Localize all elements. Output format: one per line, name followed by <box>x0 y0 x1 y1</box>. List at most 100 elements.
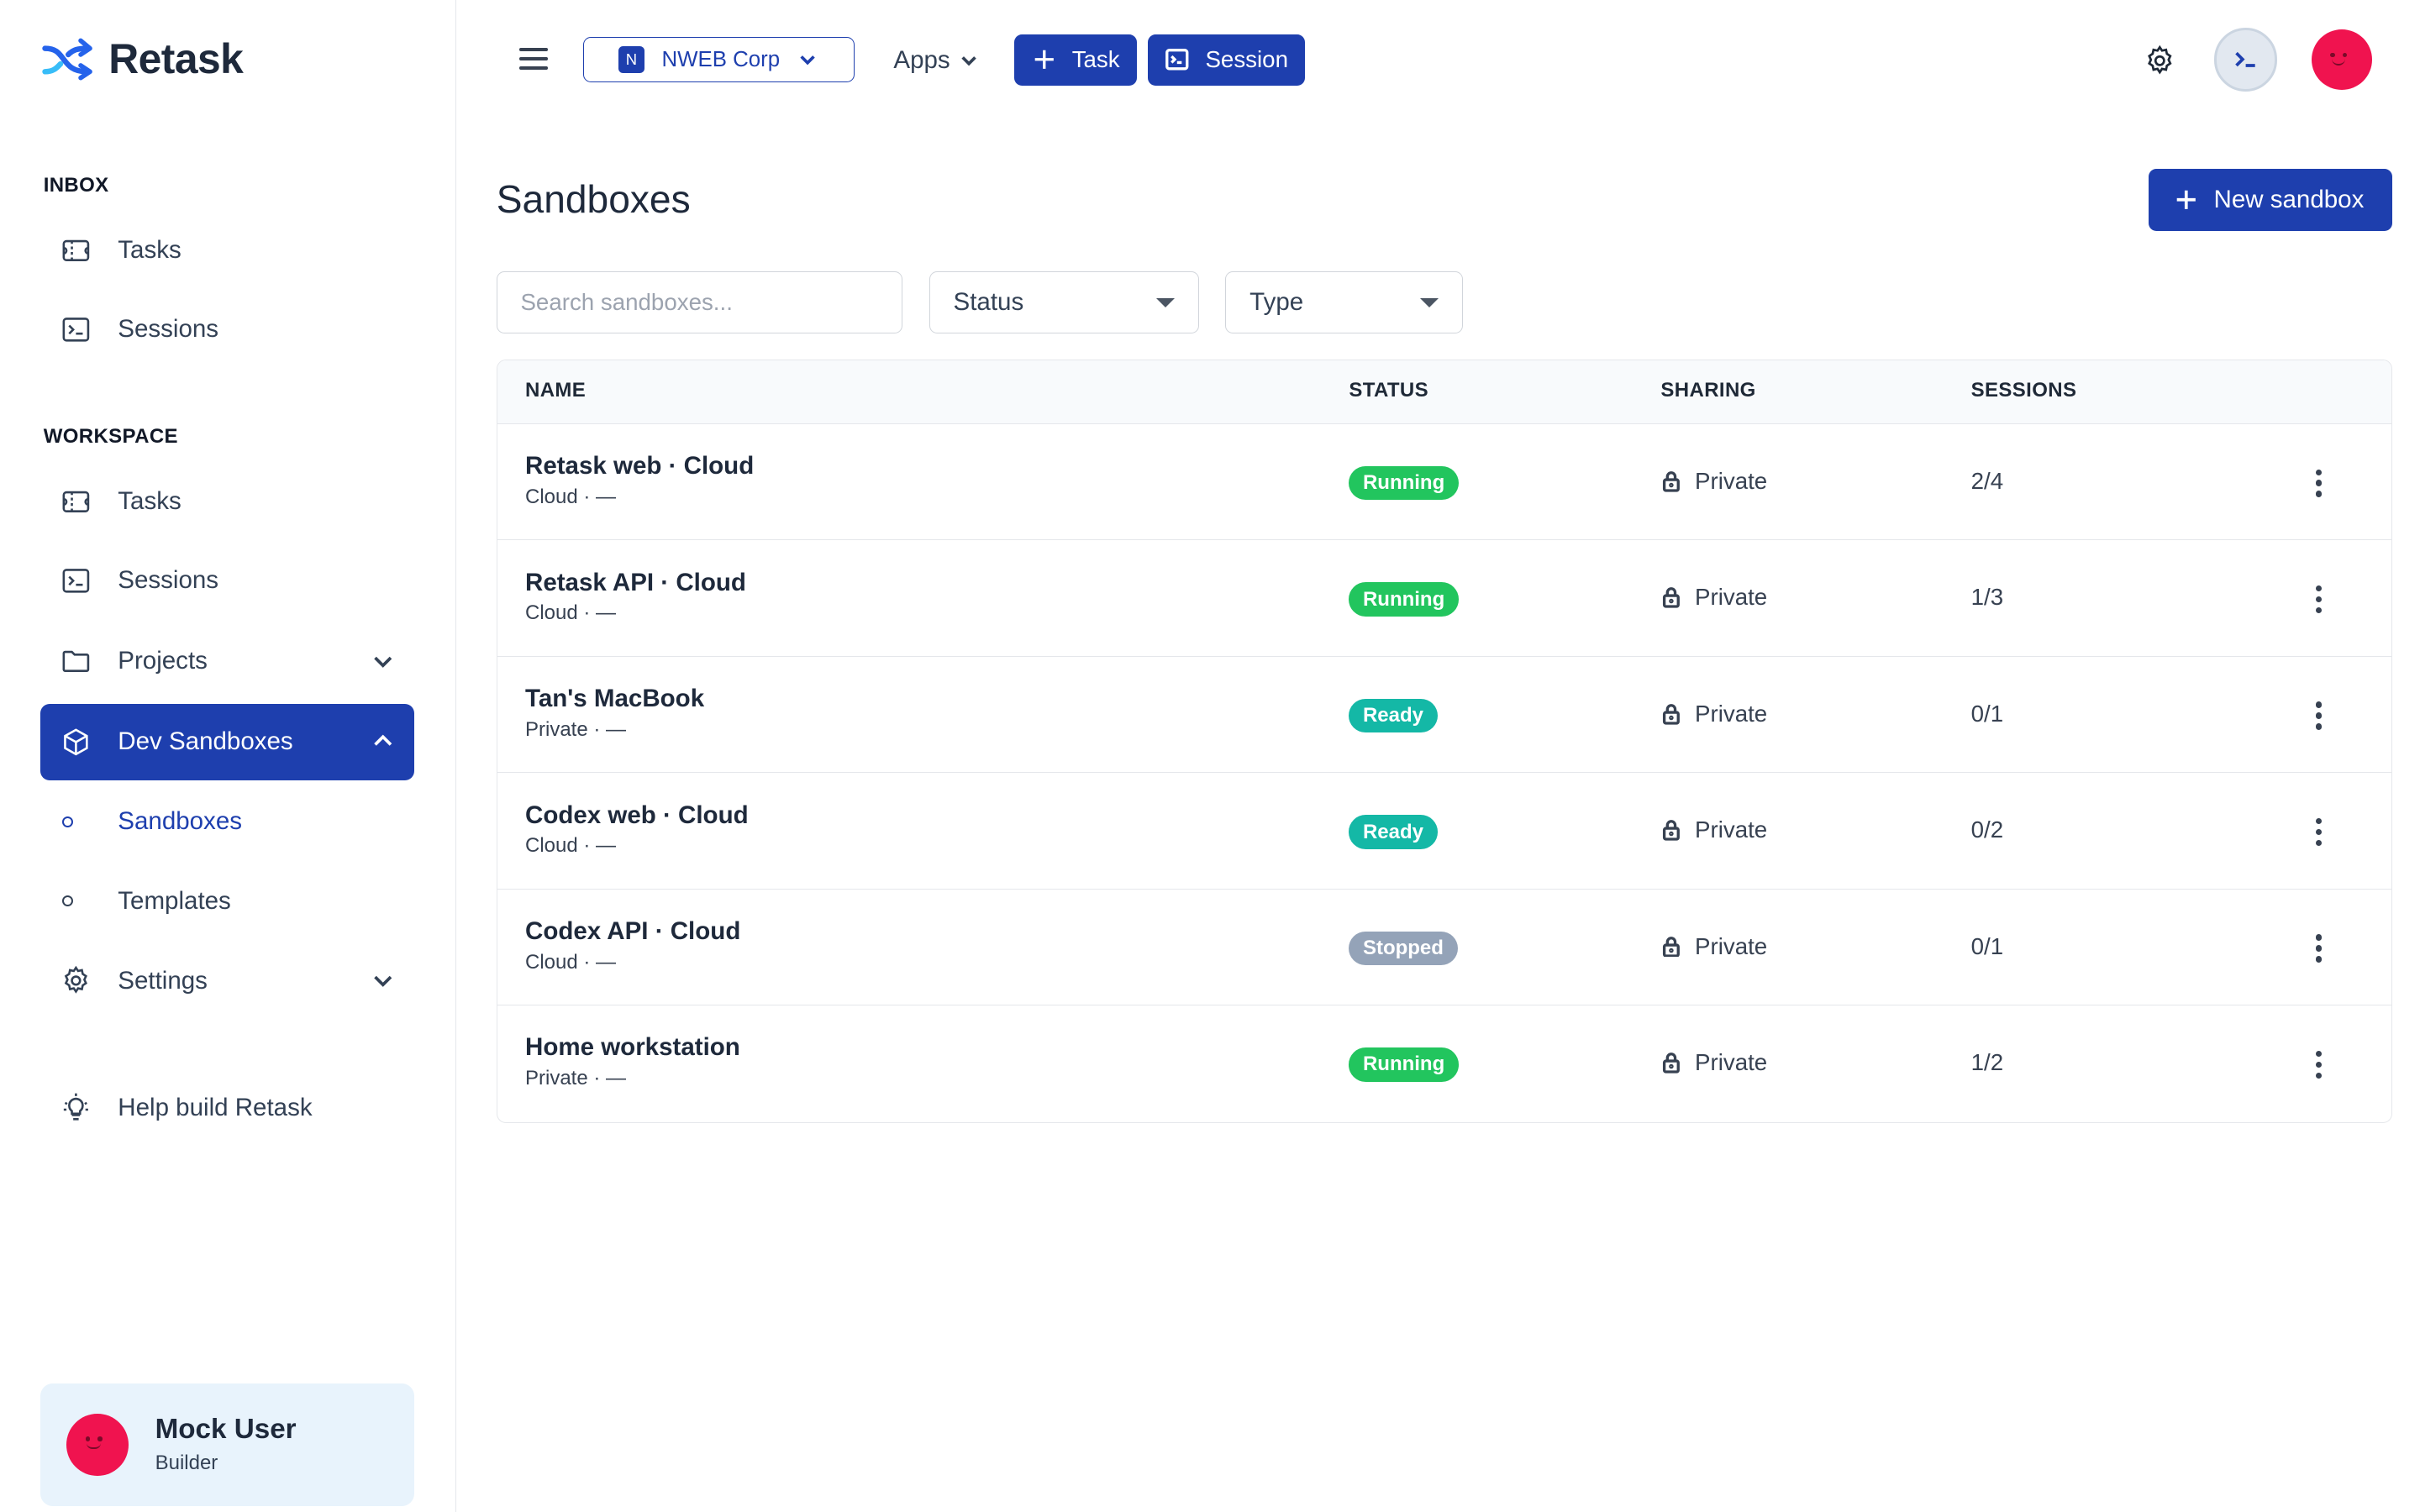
menu-toggle-icon[interactable] <box>517 44 551 78</box>
user-name: Mock User <box>155 1414 297 1446</box>
sandbox-subtitle: Cloud · — <box>525 950 617 974</box>
table-row[interactable]: Codex API · Cloud Cloud · — Stopped Priv… <box>497 890 2391 1006</box>
settings-gear-icon[interactable] <box>2143 44 2177 78</box>
new-session-button[interactable]: Session <box>1148 34 1306 86</box>
sandbox-name-cell: Home workstation Private · — <box>525 1033 740 1090</box>
session-button-label: Session <box>1205 46 1288 73</box>
user-card[interactable]: Mock User Builder <box>40 1383 414 1506</box>
table-row[interactable]: Tan's MacBook Private · — Ready Private … <box>497 657 2391 774</box>
sidebar: Retask INBOX Tasks Sessions WORKSPACE Ta… <box>0 0 456 1512</box>
row-actions-menu-icon[interactable] <box>2309 1047 2328 1082</box>
chevron-down-icon[interactable] <box>371 648 396 674</box>
lock-icon <box>1663 936 1681 958</box>
lock-icon <box>1663 587 1681 608</box>
lightbulb-icon <box>59 1091 93 1126</box>
sandbox-name-cell: Codex API · Cloud Cloud · — <box>525 917 740 974</box>
sidebar-item-projects[interactable]: Projects <box>40 623 414 699</box>
sidebar-item-sessions[interactable]: Sessions <box>40 543 414 618</box>
avatar <box>66 1413 129 1476</box>
inbox-section-label: INBOX <box>43 173 109 197</box>
sharing-label: Private <box>1695 700 1768 727</box>
cube-icon <box>59 725 93 759</box>
caret-down-icon <box>1420 298 1439 308</box>
sharing-label: Private <box>1695 467 1768 494</box>
new-sandbox-label: New sandbox <box>2213 186 2365 214</box>
sidebar-item-dev-sandboxes[interactable]: Dev Sandboxes <box>40 704 414 780</box>
sandbox-name[interactable]: Codex API · Cloud <box>525 917 740 946</box>
apps-menu[interactable]: Apps <box>893 46 977 75</box>
status-badge: Stopped <box>1349 931 1458 966</box>
sidebar-item-settings[interactable]: Settings <box>40 942 414 1018</box>
bullet-icon <box>61 895 73 907</box>
table-row[interactable]: Retask web · Cloud Cloud · — Running Pri… <box>497 424 2391 541</box>
new-task-button[interactable]: Task <box>1014 34 1137 86</box>
user-role: Builder <box>155 1452 218 1475</box>
sidebar-item-inbox-sessions[interactable]: Sessions <box>40 291 414 367</box>
sidebar-item-label: Sessions <box>118 566 219 595</box>
sidebar-item-label: Sessions <box>118 315 219 344</box>
table-row[interactable]: Home workstation Private · — Running Pri… <box>497 1005 2391 1121</box>
org-selector[interactable]: N NWEB Corp <box>583 37 855 82</box>
table-header: NAME STATUS SHARING SESSIONS <box>497 360 2391 424</box>
help-build-label: Help build Retask <box>118 1094 313 1122</box>
sandbox-name[interactable]: Retask web · Cloud <box>525 452 754 480</box>
row-actions-menu-icon[interactable] <box>2309 466 2328 501</box>
terminal-button[interactable] <box>2213 28 2278 92</box>
status-badge: Running <box>1349 465 1459 501</box>
type-filter-select[interactable]: Type <box>1225 271 1463 333</box>
sidebar-subitem-sandboxes[interactable]: Sandboxes <box>40 791 414 853</box>
plus-icon <box>1034 50 1054 70</box>
status-badge: Running <box>1349 582 1459 617</box>
workspace-section-label: WORKSPACE <box>43 424 178 448</box>
column-header-status: STATUS <box>1349 379 1428 402</box>
terminal-prompt-icon <box>2234 52 2255 68</box>
type-filter-label: Type <box>1249 288 1304 316</box>
sidebar-item-label: Projects <box>118 647 208 675</box>
row-actions-menu-icon[interactable] <box>2309 932 2328 966</box>
sidebar-item-inbox-tasks[interactable]: Tasks <box>40 213 414 288</box>
sandbox-name[interactable]: Retask API · Cloud <box>525 569 746 597</box>
sharing-cell: Private <box>1660 468 1767 495</box>
sharing-label: Private <box>1695 584 1768 611</box>
new-sandbox-button[interactable]: New sandbox <box>2148 169 2392 232</box>
chevron-up-icon[interactable] <box>371 729 396 754</box>
lock-icon <box>1663 470 1681 492</box>
chevron-down-icon <box>961 56 976 66</box>
row-actions-menu-icon[interactable] <box>2309 699 2328 733</box>
sidebar-subitem-templates[interactable]: Templates <box>40 870 414 932</box>
sandbox-name-cell: Codex web · Cloud Cloud · — <box>525 801 749 858</box>
row-actions-menu-icon[interactable] <box>2309 582 2328 617</box>
chevron-down-icon[interactable] <box>371 968 396 993</box>
sandbox-subtitle: Private · — <box>525 1067 627 1090</box>
row-actions-menu-icon[interactable] <box>2309 815 2328 849</box>
folder-icon <box>59 644 93 679</box>
sidebar-item-label: Settings <box>118 966 208 995</box>
column-header-name: NAME <box>525 379 587 402</box>
lock-icon <box>1663 820 1681 841</box>
column-header-sharing: SHARING <box>1660 379 1756 402</box>
sharing-label: Private <box>1695 816 1768 843</box>
caret-down-icon <box>1156 298 1176 308</box>
sessions-count: 1/2 <box>1970 1048 2004 1075</box>
user-avatar-button[interactable] <box>2311 29 2372 91</box>
status-badge: Ready <box>1349 815 1438 849</box>
table-row[interactable]: Retask API · Cloud Cloud · — Running Pri… <box>497 540 2391 657</box>
sidebar-item-tasks[interactable]: Tasks <box>40 464 414 539</box>
terminal-icon <box>59 564 93 598</box>
search-input[interactable] <box>496 271 903 333</box>
status-filter-select[interactable]: Status <box>929 271 1200 333</box>
sidebar-item-label: Tasks <box>118 487 182 516</box>
table-row[interactable]: Codex web · Cloud Cloud · — Ready Privat… <box>497 773 2391 890</box>
sandbox-name-cell: Retask web · Cloud Cloud · — <box>525 452 754 509</box>
sandboxes-table: NAME STATUS SHARING SESSIONS Retask web … <box>496 360 2392 1123</box>
sharing-cell: Private <box>1660 816 1767 843</box>
sharing-label: Private <box>1695 1048 1768 1075</box>
sandbox-name[interactable]: Home workstation <box>525 1033 740 1062</box>
sessions-count: 0/1 <box>1970 700 2004 727</box>
sandbox-name[interactable]: Tan's MacBook <box>525 685 704 713</box>
app-logo[interactable]: Retask <box>40 34 244 84</box>
sharing-cell: Private <box>1660 701 1767 727</box>
lock-icon <box>1663 1053 1681 1074</box>
sandbox-name[interactable]: Codex web · Cloud <box>525 801 749 830</box>
help-build-link[interactable]: Help build Retask <box>40 1070 414 1146</box>
